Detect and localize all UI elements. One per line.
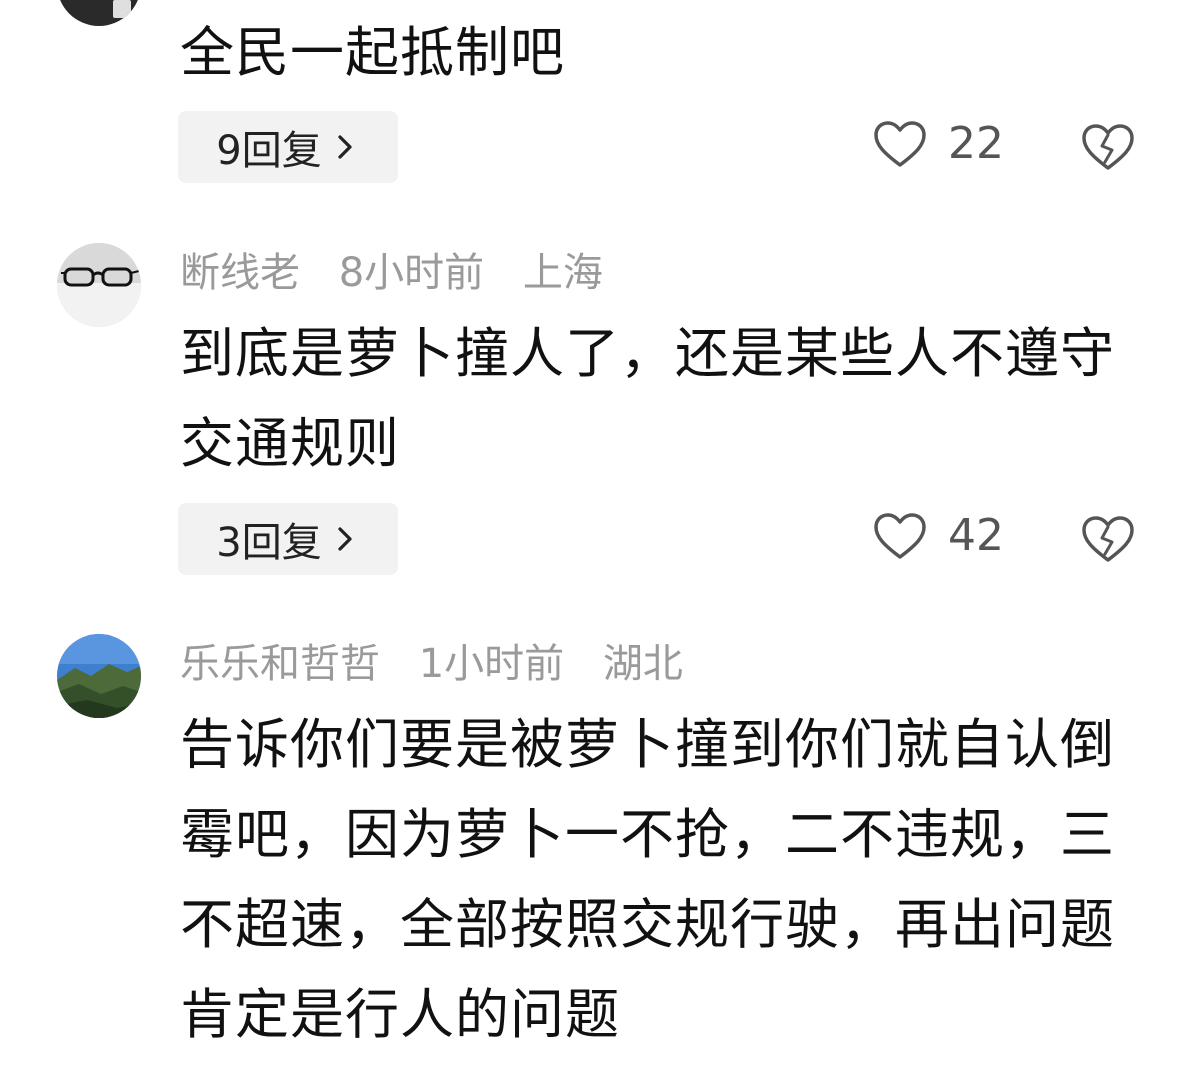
username[interactable]: 乐乐和哲哲 [180, 641, 380, 687]
chevron-right-icon [338, 527, 352, 551]
location: 上海 [522, 250, 603, 296]
heart-icon [874, 512, 926, 559]
avatar[interactable] [57, 243, 141, 327]
reply-button[interactable]: 9回复 [178, 111, 398, 183]
comment-text: 到底是萝卜撞人了，还是某些人不遵守交通规则 [180, 322, 1115, 475]
broken-heart-icon[interactable] [1080, 122, 1136, 172]
comment-text: 告诉你们要是被萝卜撞到你们就自认倒霉吧，因为萝卜一不抢，二不违规，三不超速，全部… [180, 713, 1115, 1046]
heart-icon [874, 120, 926, 167]
timestamp: 8小时前 [338, 250, 485, 296]
chevron-right-icon [338, 135, 352, 159]
like-count: 22 [948, 118, 1004, 169]
like-button[interactable]: 22 [872, 118, 1004, 169]
timestamp: 1小时前 [418, 641, 565, 687]
reply-button[interactable]: 3回复 [178, 503, 398, 575]
comment-text: 全民一起抵制吧 [180, 21, 565, 84]
avatar[interactable] [57, 0, 141, 26]
reply-label: 3回复 [216, 520, 322, 566]
reply-label: 9回复 [216, 128, 322, 174]
broken-heart-icon[interactable] [1080, 514, 1136, 564]
like-button[interactable]: 42 [872, 510, 1004, 561]
comment-meta: 断线老 8小时前 上海 [180, 247, 629, 299]
like-count: 42 [948, 510, 1004, 561]
landscape-image [57, 634, 141, 718]
comment-meta: 乐乐和哲哲 1小时前 湖北 [180, 638, 709, 690]
username[interactable]: 断线老 [180, 250, 300, 296]
glasses-image [57, 243, 141, 327]
location: 湖北 [602, 641, 683, 687]
avatar[interactable] [57, 634, 141, 718]
